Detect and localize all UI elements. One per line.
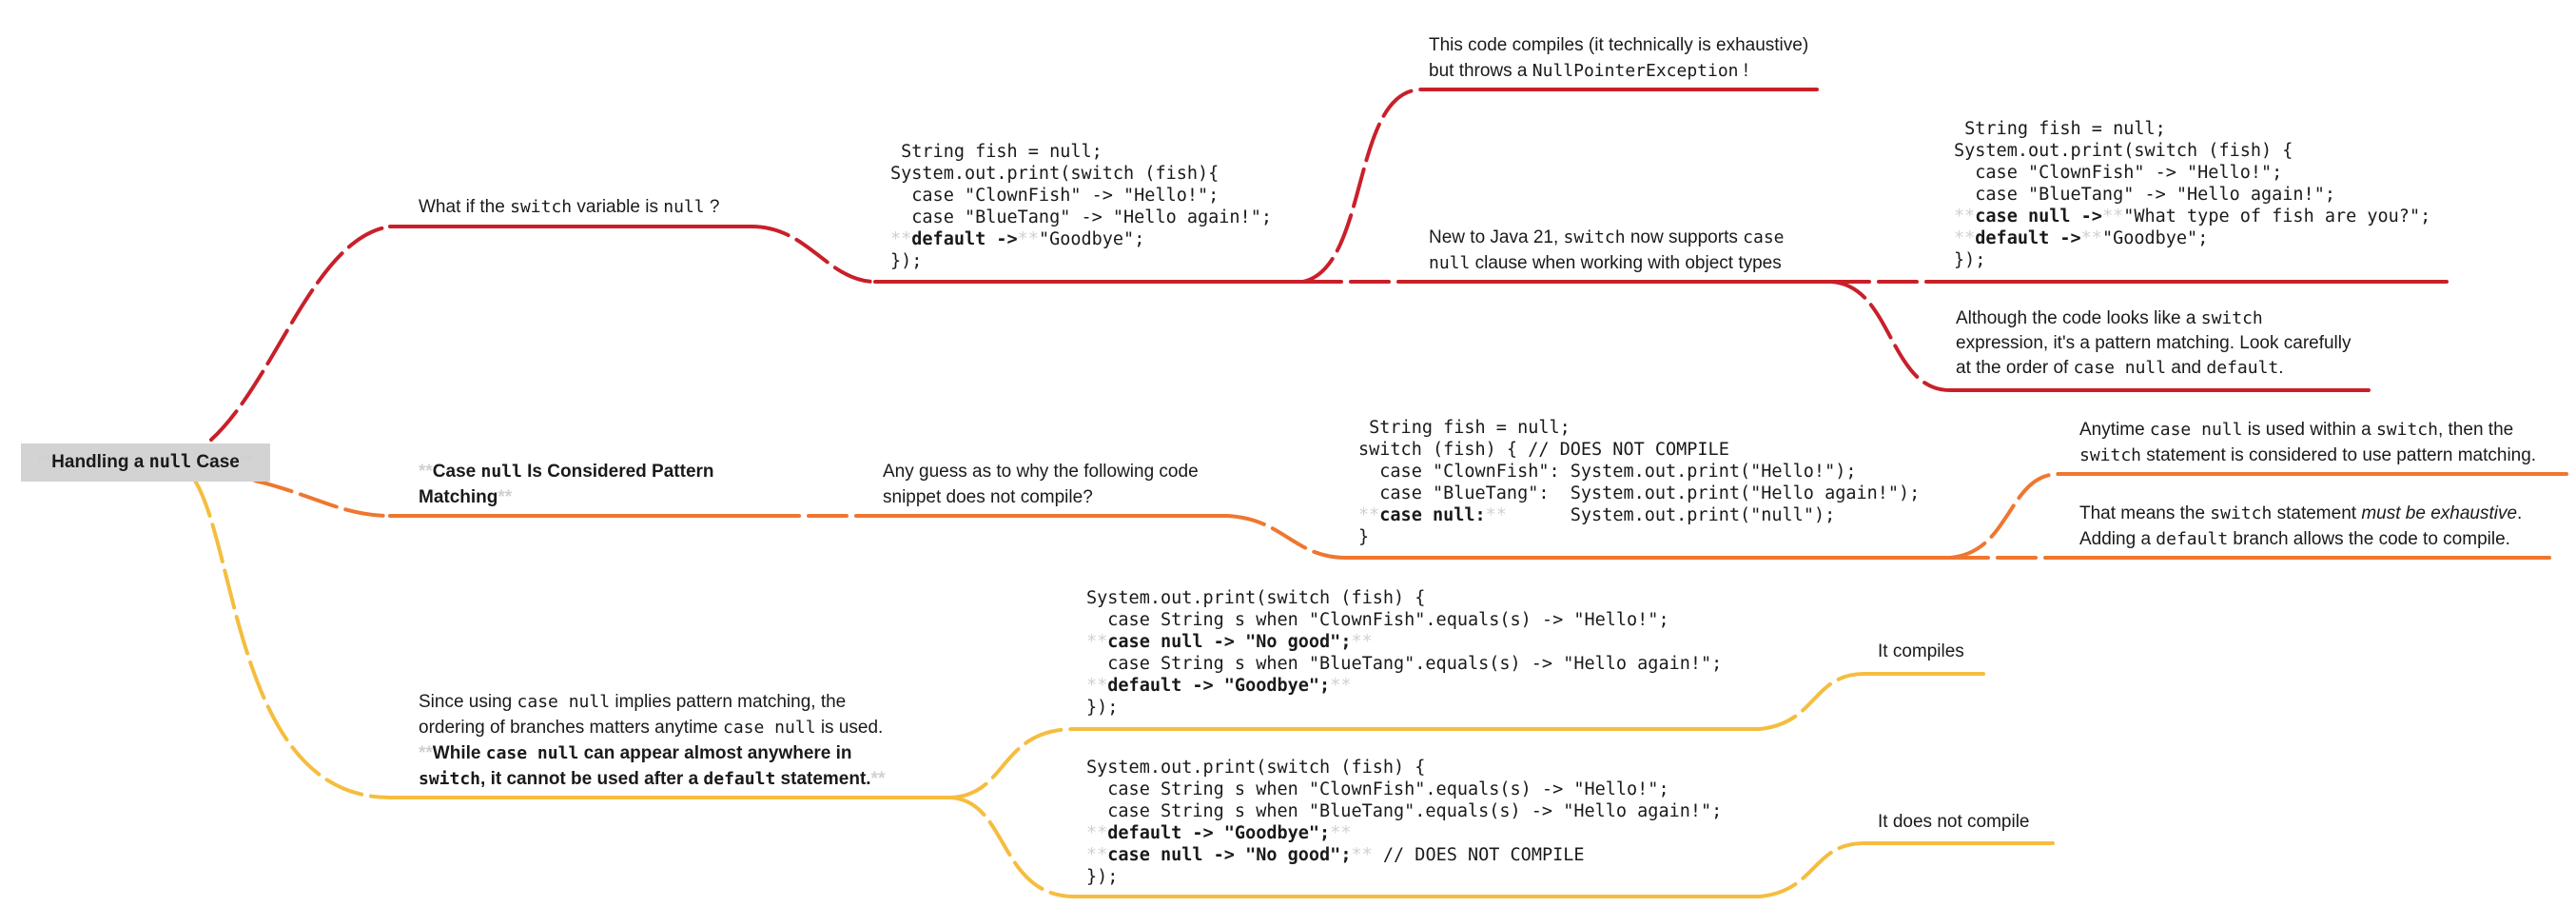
code-line: **default -> "Goodbye";** [1086,823,1352,843]
code-line: String fish = null; [1358,418,1571,438]
edge-yellow-to-result1 [1758,672,1866,731]
edge-yellow-to-code1 [949,727,1077,799]
code-line: }); [1086,698,1119,718]
code-line: **case null ->**"What type of fish are y… [1954,207,2431,227]
code-line: String fish = null; [1954,119,2166,139]
code-line: case "BlueTang" -> "Hello again!"; [1954,185,2335,205]
orange-exhaustive-note[interactable]: That means the switch statement must be … [2079,501,2522,552]
code-line: case "ClownFish": System.out.print("Hell… [1358,462,1857,482]
edge-yellow-to-result2 [1758,841,1866,898]
code-line: System.out.print(switch (fish) { [1086,758,1426,778]
code-line: **default ->**"Goodbye"; [890,229,1145,249]
code-line: case "BlueTang" -> "Hello again!"; [890,207,1272,227]
code-line: **case null -> "No good";** // DOES NOT … [1086,845,1585,865]
edge-orange-to-code [1225,514,1348,560]
red-question-node[interactable]: What if the switch variable is null ? [419,195,719,220]
edge-yellow-to-code2 [949,796,1077,898]
edge-root-orange [253,479,392,518]
edge-red-to-code1 [750,225,877,284]
code-line: case String s when "ClownFish".equals(s)… [1086,779,1669,799]
red-pattern-note[interactable]: Although the code looks like a switch exp… [1956,306,2352,381]
code-line: case "ClownFish" -> "Hello!"; [1954,163,2283,183]
code-line: System.out.print(switch (fish){ [890,164,1220,184]
code-line: }); [890,251,923,271]
code-line: System.out.print(switch (fish) { [1086,588,1426,608]
edge-red-to-pattern [1829,280,1952,392]
yellow-result1-node[interactable]: It compiles [1878,640,1964,664]
code-line: **case null -> "No good";** [1086,632,1373,652]
root-node[interactable]: **Handling a null Case** [21,444,270,482]
orange-question-node[interactable]: Any guess as to why the following code sn… [883,459,1199,510]
yellow-code1-node[interactable]: System.out.print(switch (fish) { case St… [1086,587,1722,719]
code-line: **case null:** System.out.print("null"); [1358,505,1836,525]
yellow-note-node[interactable]: Since using case null implies pattern ma… [419,689,885,792]
code-line: } [1358,527,1370,547]
red-compiles-note[interactable]: This code compiles (it technically is ex… [1429,32,1808,84]
root-label-code: null [148,452,192,472]
orange-title-node[interactable]: **Case null Is Considered Pattern Matchin… [419,459,714,510]
code-line: switch (fish) { // DOES NOT COMPILE [1358,440,1729,460]
code-line: case String s when "BlueTang".equals(s) … [1086,801,1723,821]
edge-root-yellow [193,479,392,799]
code-line: }); [1954,250,1986,270]
orange-anytime-note[interactable]: Anytime case null is used within a switc… [2079,417,2536,468]
root-label-post: Case [191,452,240,472]
code-line: case "ClownFish" -> "Hello!"; [890,186,1220,206]
code-line: }); [1086,867,1119,887]
root-label-pre: Handling a [51,452,149,472]
orange-code-node[interactable]: String fish = null; switch (fish) { // DO… [1358,417,1920,548]
edge-red-to-compiles [1301,88,1424,284]
code-line: **default -> "Goodbye";** [1086,676,1352,696]
code-line: **default ->**"Goodbye"; [1954,228,2209,248]
red-java21-note[interactable]: New to Java 21, switch now supports case… [1429,225,1785,276]
yellow-result2-node[interactable]: It does not compile [1878,810,2029,835]
edge-root-red [209,225,392,442]
code-line: String fish = null; [890,142,1103,162]
code-line: System.out.print(switch (fish) { [1954,141,2293,161]
code-line: case String s when "BlueTang".equals(s) … [1086,654,1723,674]
yellow-code2-node[interactable]: System.out.print(switch (fish) { case St… [1086,757,1722,888]
code-line: case String s when "ClownFish".equals(s)… [1086,610,1669,630]
red-code2-node[interactable]: String fish = null; System.out.print(swit… [1954,118,2430,271]
code-line: case "BlueTang": System.out.print("Hello… [1358,483,1921,503]
edge-orange-to-anytime [1948,472,2061,560]
red-code1-node[interactable]: String fish = null; System.out.print(swit… [890,141,1272,272]
